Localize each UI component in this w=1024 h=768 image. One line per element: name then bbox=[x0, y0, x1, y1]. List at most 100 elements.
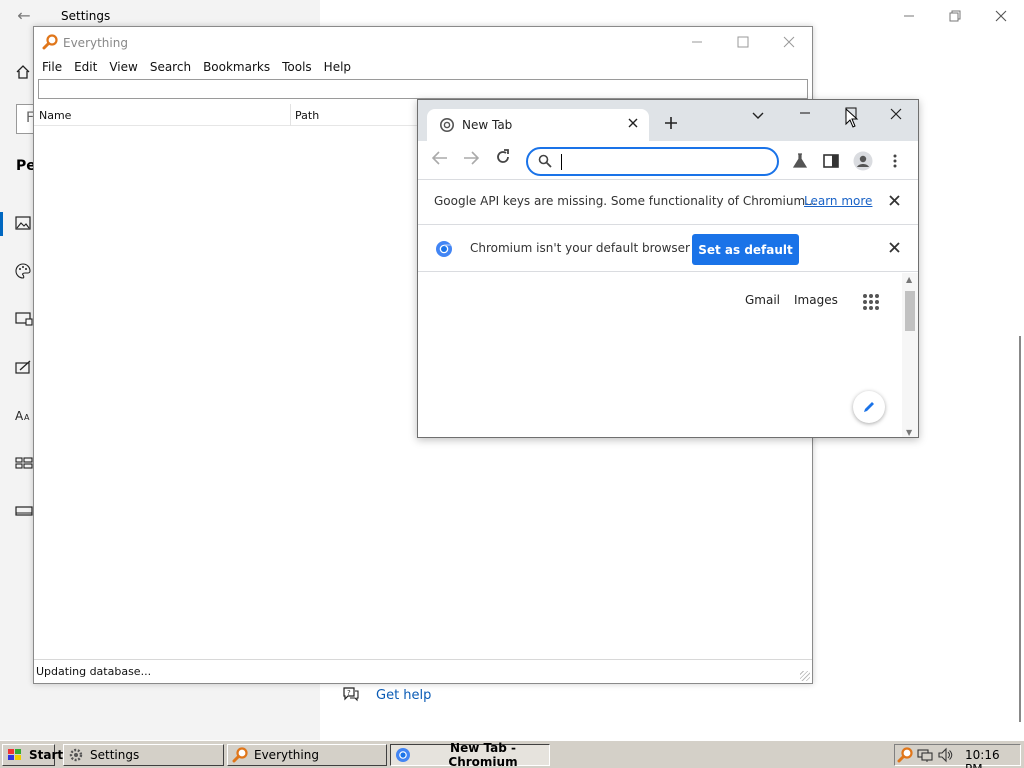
font-icon[interactable]: AA bbox=[15, 408, 33, 426]
taskbar-item-label: Everything bbox=[254, 748, 319, 762]
lock-screen-icon[interactable] bbox=[15, 312, 33, 330]
everything-statusbar: Updating database... bbox=[34, 659, 812, 683]
everything-title: Everything bbox=[63, 36, 128, 50]
everything-window-controls bbox=[674, 27, 812, 57]
scroll-up-arrow-icon[interactable]: ▲ bbox=[906, 275, 912, 284]
browser-toolbar bbox=[418, 141, 918, 179]
minimize-button[interactable] bbox=[674, 27, 720, 57]
scrollbar-thumb[interactable] bbox=[905, 291, 915, 331]
close-button[interactable] bbox=[978, 0, 1024, 32]
tab-search-chevron-icon[interactable] bbox=[748, 106, 768, 126]
menu-view[interactable]: View bbox=[103, 58, 143, 78]
resize-grip[interactable] bbox=[800, 671, 810, 681]
minimize-button[interactable] bbox=[790, 104, 820, 126]
picture-icon[interactable] bbox=[15, 216, 33, 234]
settings-scrollbar[interactable] bbox=[1019, 336, 1021, 722]
home-icon[interactable] bbox=[15, 64, 33, 82]
reload-button[interactable] bbox=[491, 149, 515, 171]
tab-title: New Tab bbox=[462, 118, 513, 132]
clock[interactable]: 10:16 PM bbox=[965, 748, 1020, 768]
labs-flask-icon[interactable] bbox=[789, 150, 811, 172]
omnibox-input[interactable] bbox=[558, 153, 758, 171]
start-button[interactable]: Start bbox=[2, 744, 63, 766]
page-scrollbar[interactable]: ▲ ▼ bbox=[902, 273, 918, 437]
maximize-button[interactable] bbox=[720, 27, 766, 57]
menu-tools[interactable]: Tools bbox=[276, 58, 318, 78]
help-chat-icon: ? bbox=[342, 686, 362, 704]
api-keys-infobar: Google API keys are missing. Some functi… bbox=[418, 179, 918, 224]
column-divider[interactable] bbox=[290, 104, 291, 126]
menu-bookmarks[interactable]: Bookmarks bbox=[197, 58, 276, 78]
magnifier-app-icon[interactable] bbox=[897, 747, 913, 763]
windows-logo-icon bbox=[7, 747, 23, 763]
default-browser-message: Chromium isn't your default browser bbox=[470, 241, 690, 255]
omnibox[interactable] bbox=[526, 147, 779, 176]
selected-indicator bbox=[0, 212, 3, 236]
close-icon[interactable] bbox=[884, 191, 904, 211]
learn-more-link[interactable]: Learn more bbox=[804, 194, 872, 208]
start-layout-icon[interactable] bbox=[15, 456, 33, 474]
menu-edit[interactable]: Edit bbox=[68, 58, 103, 78]
text-caret bbox=[561, 154, 562, 170]
taskbar-item-settings[interactable]: Settings bbox=[63, 744, 224, 766]
gmail-link[interactable]: Gmail bbox=[745, 293, 780, 307]
images-link[interactable]: Images bbox=[794, 293, 838, 307]
svg-text:?: ? bbox=[347, 689, 351, 697]
tab-strip[interactable]: New Tab bbox=[418, 100, 918, 141]
menu-file[interactable]: File bbox=[36, 58, 68, 78]
close-icon[interactable] bbox=[884, 238, 904, 258]
taskbar: Start Settings Everything New Tab - Chro… bbox=[0, 740, 1024, 768]
palette-icon[interactable] bbox=[15, 263, 33, 281]
tab-new-tab[interactable]: New Tab bbox=[427, 109, 649, 141]
minimize-button[interactable] bbox=[886, 0, 932, 32]
taskbar-item-label: New Tab - Chromium bbox=[448, 741, 518, 768]
taskbar-item-chromium[interactable]: New Tab - Chromium bbox=[390, 741, 550, 768]
gear-icon bbox=[68, 747, 84, 763]
taskbar-item-everything[interactable]: Everything bbox=[227, 744, 387, 766]
restore-button[interactable] bbox=[932, 0, 978, 32]
settings-window-controls bbox=[886, 0, 1024, 32]
apps-grid-icon[interactable] bbox=[862, 293, 880, 311]
everything-titlebar[interactable]: Everything bbox=[34, 27, 812, 57]
menu-help[interactable]: Help bbox=[318, 58, 357, 78]
everything-search-input[interactable] bbox=[38, 79, 808, 99]
side-panel-icon[interactable] bbox=[820, 150, 842, 172]
settings-title: Settings bbox=[61, 9, 111, 23]
chromium-logo-icon bbox=[435, 240, 453, 258]
chromium-window: New Tab Google API keys are missing. Som… bbox=[417, 99, 919, 438]
start-label: Start bbox=[29, 748, 64, 762]
get-help-label: Get help bbox=[376, 687, 432, 703]
network-icon[interactable] bbox=[917, 747, 933, 763]
taskbar-item-label: Settings bbox=[90, 748, 140, 762]
tab-close-icon[interactable] bbox=[624, 115, 642, 133]
back-button[interactable] bbox=[428, 149, 452, 171]
search-icon bbox=[538, 154, 552, 168]
pen-tablet-icon[interactable] bbox=[15, 360, 33, 378]
scroll-down-arrow-icon[interactable]: ▼ bbox=[906, 428, 912, 437]
api-keys-message: Google API keys are missing. Some functi… bbox=[434, 194, 817, 208]
status-text: Updating database... bbox=[36, 665, 152, 678]
close-button[interactable] bbox=[881, 104, 911, 126]
column-name[interactable]: Name bbox=[39, 109, 71, 122]
set-as-default-button[interactable]: Set as default bbox=[692, 234, 799, 265]
get-help-link[interactable]: ? Get help bbox=[342, 686, 431, 704]
customize-pencil-icon[interactable] bbox=[853, 391, 885, 423]
svg-text:A: A bbox=[15, 409, 24, 422]
forward-button[interactable] bbox=[459, 149, 483, 171]
magnifier-app-icon bbox=[232, 747, 248, 763]
menu-search[interactable]: Search bbox=[144, 58, 197, 78]
chromium-logo-icon bbox=[395, 747, 411, 763]
new-tab-page: Gmail Images bbox=[418, 273, 902, 437]
speaker-icon[interactable] bbox=[937, 747, 953, 763]
column-path[interactable]: Path bbox=[295, 109, 319, 122]
close-button[interactable] bbox=[766, 27, 812, 57]
kebab-menu-icon[interactable] bbox=[884, 150, 906, 172]
svg-text:A: A bbox=[24, 413, 30, 422]
profile-avatar-icon[interactable] bbox=[852, 150, 874, 172]
back-arrow-icon[interactable]: ← bbox=[14, 6, 34, 26]
mouse-cursor-icon bbox=[845, 107, 859, 128]
magnifier-app-icon bbox=[42, 34, 58, 50]
taskbar-icon[interactable] bbox=[15, 504, 33, 522]
everything-menubar: File Edit View Search Bookmarks Tools He… bbox=[36, 58, 357, 78]
new-tab-button[interactable] bbox=[661, 113, 681, 133]
